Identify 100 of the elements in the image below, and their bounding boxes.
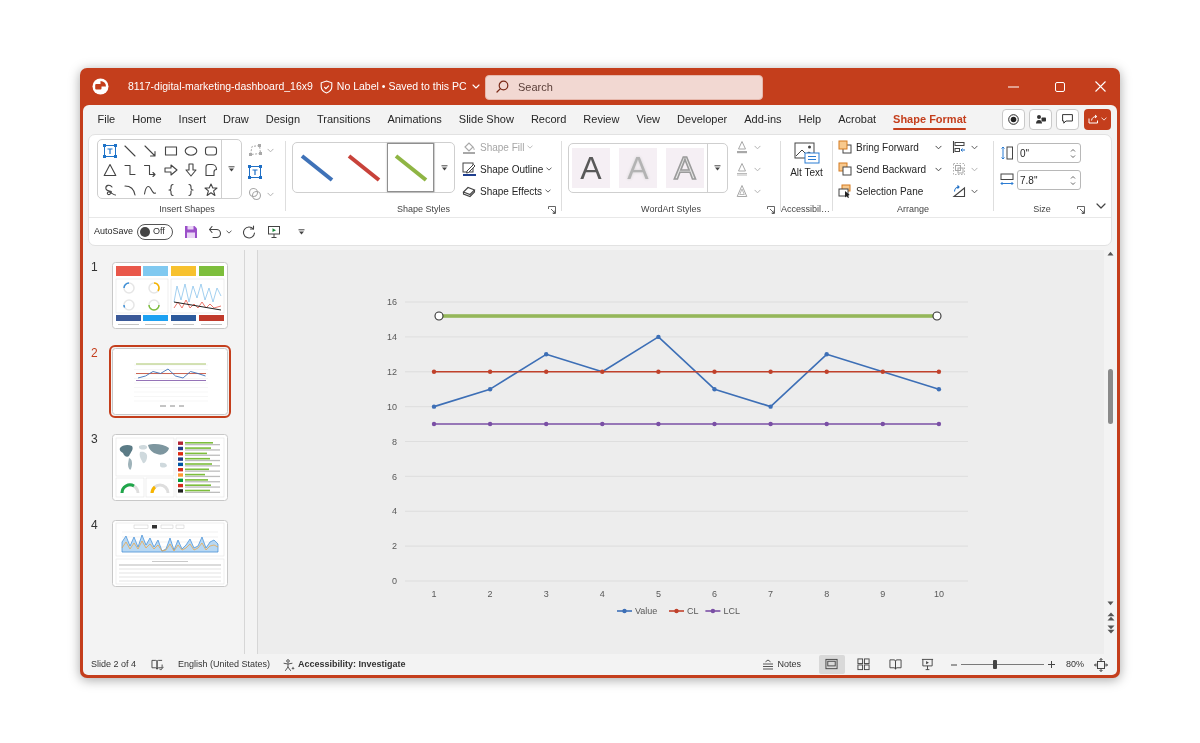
axis-label: 4 — [392, 506, 397, 517]
share-button[interactable] — [1084, 108, 1111, 130]
send-backward-icon — [838, 162, 852, 176]
arc-icon[interactable] — [123, 182, 138, 197]
shape-style-swatch[interactable] — [387, 143, 434, 192]
selection-handle-icon[interactable] — [932, 311, 942, 321]
elbow-connector-icon[interactable] — [123, 163, 138, 178]
data-point — [712, 387, 717, 392]
curved-shape-icon[interactable] — [203, 163, 218, 178]
zoom-level[interactable]: 80% — [1066, 657, 1084, 672]
previous-slide-icon[interactable] — [1106, 612, 1115, 621]
dialog-launcher-icon[interactable] — [548, 206, 556, 214]
rounded-rectangle-icon[interactable] — [203, 143, 218, 158]
group-label: Arrange — [897, 203, 929, 217]
ribbon-tab[interactable]: Review — [574, 108, 628, 130]
data-point — [487, 369, 493, 374]
alt-text-button[interactable]: Alt Text — [789, 142, 824, 180]
camera-icon — [1034, 113, 1047, 125]
down-arrow-icon[interactable] — [183, 163, 198, 178]
ribbon-tab[interactable]: Slide Show — [450, 108, 523, 130]
axis-label: 9 — [880, 589, 886, 599]
save-icon[interactable] — [184, 224, 199, 239]
shape-effects-button[interactable]: Shape Effects — [462, 180, 553, 202]
ribbon-tab[interactable]: Acrobat — [829, 108, 885, 130]
autosave-toggle[interactable]: Off — [137, 223, 174, 240]
search-field[interactable]: Search — [485, 74, 763, 100]
ribbon-tab[interactable]: Shape Format — [884, 108, 975, 130]
pen-icon — [462, 162, 476, 176]
customize-menu-icon[interactable] — [298, 228, 306, 235]
ribbon-tab[interactable]: Transitions — [308, 108, 379, 130]
shape-height-icon — [1000, 146, 1014, 160]
ribbon-tab[interactable]: View — [627, 108, 669, 130]
text-box-icon[interactable] — [103, 143, 118, 158]
ribbon-tab[interactable]: Insert — [170, 108, 215, 130]
wordart-style-swatch[interactable]: A — [572, 148, 610, 188]
next-slide-icon[interactable] — [1106, 625, 1115, 634]
present-from-start-icon[interactable] — [267, 224, 282, 239]
group-icon — [952, 162, 966, 176]
line-icon[interactable] — [123, 143, 138, 158]
dialog-launcher-icon[interactable] — [1077, 206, 1085, 214]
selection-pane-button[interactable]: Selection Pane — [838, 180, 942, 202]
language-status[interactable]: English (United States) — [178, 657, 271, 672]
slide-number: 2 — [90, 345, 99, 361]
data-point — [431, 421, 437, 427]
group-label: Insert Shapes — [159, 203, 215, 217]
ribbon-tab[interactable]: Home — [123, 108, 171, 130]
axis-label: 7 — [768, 589, 774, 599]
save-status-dropdown[interactable]: No Label • Saved to this PC — [336, 78, 480, 95]
book-check-icon[interactable] — [151, 658, 165, 671]
undo-icon[interactable] — [208, 224, 223, 239]
ribbon-tab[interactable]: Record — [522, 108, 575, 130]
scroll-up-icon[interactable] — [1107, 251, 1114, 256]
chevron-down-icon — [267, 147, 274, 153]
data-point — [600, 421, 605, 427]
shape-outline-button[interactable]: Shape Outline — [462, 158, 553, 180]
accessibility-status[interactable]: Accessibility: Investigate — [283, 657, 406, 672]
right-arrow-icon[interactable] — [163, 163, 178, 178]
star-icon[interactable] — [203, 182, 218, 197]
comments-button[interactable] — [1056, 108, 1079, 130]
height-field[interactable]: 0" — [1017, 143, 1081, 163]
slide-thumbnail[interactable] — [109, 517, 231, 590]
elbow-arrow-icon[interactable] — [143, 163, 158, 178]
selection-handle-icon[interactable] — [434, 311, 444, 321]
minimize-icon — [1007, 85, 1019, 88]
present-button[interactable] — [1029, 108, 1052, 130]
zoom-slider[interactable] — [961, 659, 1044, 670]
ribbon-tab[interactable]: Design — [257, 108, 309, 130]
document-title: 8117-digital-marketing-dashboard_16x9 — [128, 78, 313, 94]
redo-icon[interactable] — [242, 224, 257, 239]
ribbon-tab[interactable]: Add-ins — [735, 108, 790, 130]
ribbon-tab[interactable]: Animations — [378, 108, 451, 130]
chevron-down-icon — [1101, 117, 1107, 121]
oval-icon[interactable] — [183, 143, 198, 158]
zoom-in-icon[interactable] — [1048, 661, 1055, 668]
width-field[interactable]: 7.8" — [1017, 170, 1081, 190]
slider-thumb[interactable] — [993, 660, 997, 669]
group-label: Size — [1033, 203, 1051, 217]
slide-thumbnail[interactable] — [109, 345, 231, 418]
arrow-icon[interactable] — [143, 143, 158, 158]
scroll-down-icon[interactable] — [1107, 601, 1114, 606]
paint-bucket-icon — [462, 140, 476, 154]
dialog-launcher-icon[interactable] — [767, 206, 775, 214]
record-button[interactable] — [1002, 108, 1025, 130]
send-backward-button[interactable]: Send Backward — [838, 158, 942, 180]
ribbon-tab[interactable]: Developer — [668, 108, 736, 130]
data-point — [936, 369, 942, 374]
ribbon-tab[interactable]: Help — [790, 108, 830, 130]
ribbon-tab[interactable]: File — [89, 108, 124, 130]
slide-thumbnail[interactable] — [109, 431, 231, 504]
ribbon-tab[interactable]: Draw — [214, 108, 258, 130]
fit-slide-icon[interactable] — [1094, 657, 1108, 672]
view-button[interactable] — [819, 655, 845, 674]
collapse-ribbon-icon[interactable] — [1095, 203, 1106, 209]
scribble-icon[interactable] — [103, 182, 118, 197]
triangle-icon[interactable] — [103, 163, 118, 178]
rectangle-icon[interactable] — [163, 143, 178, 158]
notes-button[interactable]: Notes — [762, 657, 801, 672]
slide-thumbnail[interactable] — [109, 259, 231, 332]
bring-forward-button[interactable]: Bring Forward — [838, 136, 942, 158]
scrollbar-thumb[interactable] — [1108, 369, 1113, 424]
